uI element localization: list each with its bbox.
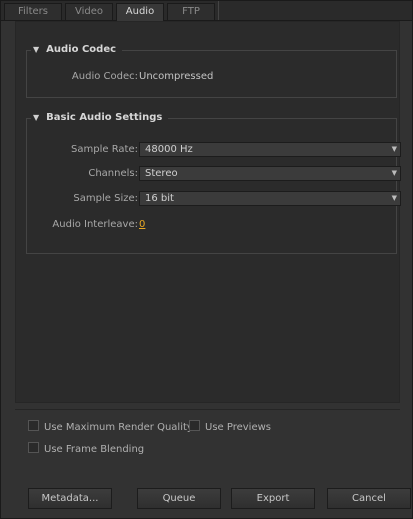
- dropdown-arrow-icon: ▼: [391, 145, 397, 153]
- channels-label: Channels:: [88, 168, 138, 179]
- audio-interleave-label: Audio Interleave:: [52, 219, 138, 230]
- tab-video[interactable]: Video: [65, 3, 113, 20]
- tab-divider: [218, 1, 219, 20]
- dropdown-arrow-icon: ▼: [391, 169, 397, 177]
- audio-codec-row: Audio Codec: Uncompressed: [27, 69, 396, 85]
- audio-interleave-value[interactable]: 0: [139, 217, 145, 233]
- basic-audio-settings-section: ▼ Basic Audio Settings Sample Rate: 48000…: [26, 111, 401, 254]
- sample-rate-value: 48000 Hz: [145, 144, 193, 155]
- basic-audio-section-header[interactable]: ▼ Basic Audio Settings: [31, 111, 169, 125]
- sample-size-row: Sample Size: 16 bit ▼: [27, 191, 401, 207]
- sample-size-dropdown[interactable]: 16 bit ▼: [139, 191, 401, 206]
- sample-rate-row: Sample Rate: 48000 Hz ▼: [27, 142, 401, 158]
- sample-rate-dropdown[interactable]: 48000 Hz ▼: [139, 142, 401, 157]
- use-previews-checkbox[interactable]: Use Previews: [189, 420, 271, 434]
- audio-codec-value: Uncompressed: [139, 71, 214, 82]
- sample-size-value: 16 bit: [145, 193, 174, 204]
- metadata-button[interactable]: Metadata...: [28, 488, 112, 509]
- frame-blending-label: Use Frame Blending: [44, 444, 145, 455]
- queue-button[interactable]: Queue: [137, 488, 221, 509]
- collapse-triangle-icon[interactable]: ▼: [33, 113, 39, 122]
- max-render-quality-label: Use Maximum Render Quality: [44, 422, 193, 433]
- audio-codec-section-title: Audio Codec: [46, 44, 117, 55]
- audio-settings-panel: ▼ Audio Codec Audio Codec: Uncompressed ▼…: [15, 21, 401, 403]
- channels-dropdown[interactable]: Stereo ▼: [139, 166, 401, 181]
- export-button[interactable]: Export: [231, 488, 315, 509]
- checkbox-box-icon[interactable]: [189, 420, 200, 431]
- basic-audio-section-title: Basic Audio Settings: [46, 112, 163, 123]
- frame-blending-checkbox[interactable]: Use Frame Blending: [28, 442, 144, 456]
- tab-ftp[interactable]: FTP: [167, 3, 215, 20]
- checkbox-box-icon[interactable]: [28, 420, 39, 431]
- tab-filters[interactable]: Filters: [4, 3, 62, 20]
- cancel-button[interactable]: Cancel: [327, 488, 411, 509]
- sample-size-label: Sample Size:: [73, 193, 138, 204]
- use-previews-label: Use Previews: [205, 422, 271, 433]
- channels-row: Channels: Stereo ▼: [27, 166, 401, 182]
- dropdown-arrow-icon: ▼: [391, 194, 397, 202]
- max-render-quality-checkbox[interactable]: Use Maximum Render Quality: [28, 420, 193, 434]
- tab-audio[interactable]: Audio: [116, 3, 164, 21]
- tab-bar: Filters Video Audio FTP: [1, 1, 412, 21]
- audio-codec-section: ▼ Audio Codec Audio Codec: Uncompressed: [26, 43, 397, 98]
- sample-rate-label: Sample Rate:: [71, 144, 138, 155]
- audio-interleave-row: Audio Interleave: 0: [27, 217, 396, 233]
- audio-codec-label: Audio Codec:: [71, 71, 138, 82]
- export-settings-window: Filters Video Audio FTP ▼ Audio Codec Aud…: [0, 0, 413, 519]
- checkbox-box-icon[interactable]: [28, 442, 39, 453]
- collapse-triangle-icon[interactable]: ▼: [33, 45, 39, 54]
- channels-value: Stereo: [145, 168, 178, 179]
- divider: [15, 409, 400, 410]
- audio-codec-section-header[interactable]: ▼ Audio Codec: [31, 43, 123, 57]
